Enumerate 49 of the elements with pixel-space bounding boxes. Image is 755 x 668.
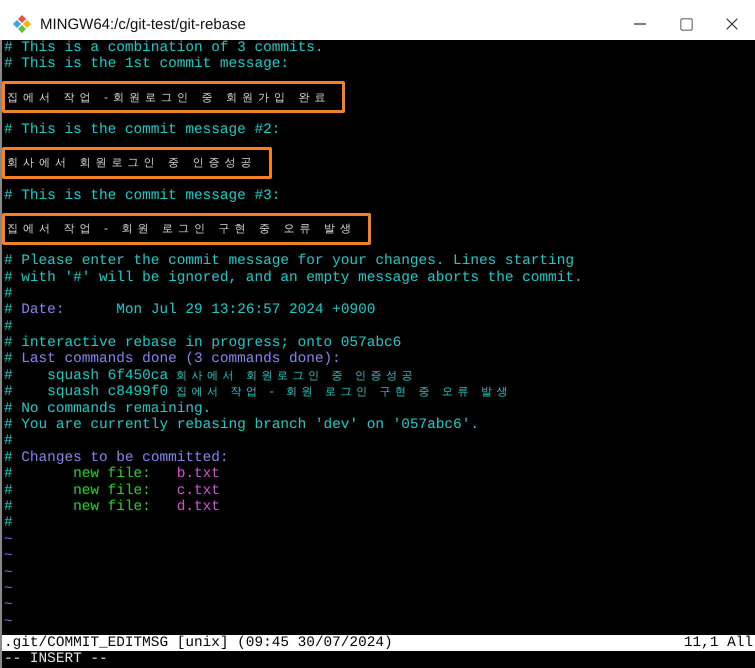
- terminal-text: Changes to be committed:: [20, 450, 229, 466]
- terminal-text: #: [4, 515, 13, 532]
- terminal-text: d.txt: [176, 498, 220, 516]
- terminal-text: # interactive rebase in progress; onto 057abc6: [4, 335, 402, 352]
- terminal-text: 집에서 작업 - 회원 로그인 구현 중 오류 발생: [175, 384, 512, 400]
- terminal-text: # with '#' will be ignored, and an empty message aborts the commit.: [4, 270, 583, 286]
- terminal-text: Date:: [20, 302, 64, 319]
- terminal-text: # This is a combination of 3 commits.: [4, 40, 324, 56]
- commit-message: 집에서 작업 -회원로그인 중 회원가입 완료: [2, 81, 346, 114]
- empty-line-marker: ~: [4, 532, 13, 548]
- terminal-text: # No commands remaining.: [4, 400, 212, 418]
- terminal-text: new file:: [72, 482, 151, 499]
- window-title: MINGW64:/c/git-test/git-rebase: [40, 16, 247, 32]
- empty-line-marker: ~: [4, 597, 13, 614]
- terminal-text: #: [4, 286, 13, 302]
- terminal-text: # You are currently rebasing branch 'dev' on '057abc6'.: [4, 417, 479, 434]
- app-logo-icon: [12, 14, 32, 34]
- terminal-text: new file:: [72, 466, 151, 483]
- terminal-text: new file:: [72, 498, 151, 516]
- terminal-text: Last commands done (3 commands done):: [20, 351, 341, 368]
- terminal-text: # This is the commit message #2:: [4, 122, 280, 138]
- empty-line-marker: ~: [4, 614, 13, 630]
- terminal-text: # squash c8499f0: [4, 384, 168, 401]
- commit-message: 회사에서 회원로그인 중 인증성공: [2, 146, 272, 179]
- terminal-text: # This is the commit message #3:: [4, 188, 280, 204]
- terminal-text: #: [4, 466, 13, 483]
- terminal-text: #: [4, 318, 13, 336]
- terminal-text: b.txt: [176, 466, 220, 483]
- terminal-text: #: [4, 351, 13, 368]
- maximize-icon: [678, 16, 694, 32]
- empty-line-marker: ~: [4, 580, 13, 598]
- file-info: .git/COMMIT_EDITMSG [unix] (09:45 30/07/2024): [4, 635, 393, 651]
- terminal-text: #: [4, 302, 13, 319]
- terminal-text: 회사에서 회원로그인 중 인증성공: [175, 368, 418, 384]
- empty-line-marker: ~: [4, 564, 13, 581]
- empty-line-marker: ~: [4, 548, 13, 565]
- minimize-icon: [634, 23, 646, 25]
- mode-indicator: -- INSERT --: [3, 651, 109, 668]
- terminal-text: # squash 6f450ca: [4, 368, 168, 384]
- terminal-text: #: [4, 498, 13, 516]
- terminal-text: #: [4, 433, 13, 450]
- terminal-text: c.txt: [176, 482, 220, 499]
- terminal-text: # Please enter the commit message for your changes. Lines starting: [4, 253, 574, 270]
- commit-message: 집에서 작업 - 회원 로그인 구현 중 오류 발생: [2, 212, 371, 245]
- terminal-text: Mon Jul 29 13:26:57 2024 +0900: [115, 302, 376, 319]
- cursor-position: 11,1 All: [684, 635, 753, 651]
- terminal-text: #: [4, 450, 13, 466]
- terminal-text: # This is the 1st commit message:: [4, 56, 289, 73]
- terminal-text: #: [4, 482, 13, 499]
